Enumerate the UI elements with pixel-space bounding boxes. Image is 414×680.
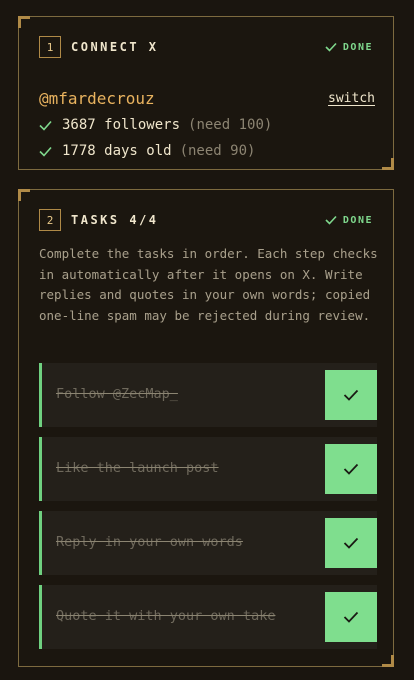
task-complete-button[interactable] bbox=[325, 444, 377, 494]
check-icon bbox=[325, 42, 337, 52]
stat-value: 1778 days old bbox=[62, 143, 172, 159]
check-icon bbox=[343, 537, 359, 549]
check-icon bbox=[343, 611, 359, 623]
corner-decoration bbox=[18, 189, 30, 201]
task-label: Follow @ZecMap_ bbox=[56, 386, 178, 402]
step-number-badge: 1 bbox=[39, 36, 61, 58]
tasks-description: Complete the tasks in order. Each step c… bbox=[39, 246, 378, 323]
step-number-badge: 2 bbox=[39, 209, 61, 231]
status-label: DONE bbox=[342, 214, 373, 226]
tasks-header: 2 TASKS 4/4 DONE bbox=[39, 208, 373, 232]
task-complete-button[interactable] bbox=[325, 370, 377, 420]
task-row-quote: Quote it with your own take bbox=[39, 585, 377, 649]
task-label: Quote it with your own take bbox=[56, 608, 276, 624]
account-handle: @mfardecrouz bbox=[39, 89, 155, 108]
status-label: DONE bbox=[342, 41, 373, 53]
tasks-panel: 2 TASKS 4/4 DONE Complete the tasks in o… bbox=[18, 189, 394, 667]
task-label: Like the launch post bbox=[56, 460, 219, 476]
corner-decoration bbox=[18, 16, 30, 28]
check-icon bbox=[325, 215, 337, 225]
stat-requirement: (need 90) bbox=[179, 143, 256, 159]
stat-requirement: (need 100) bbox=[188, 117, 273, 133]
stat-followers: 3687 followers (need 100) bbox=[39, 117, 272, 133]
connect-x-panel: 1 CONNECT X DONE @mfardecrouz switch 368… bbox=[18, 16, 394, 170]
check-icon bbox=[39, 146, 52, 157]
stat-account-age: 1778 days old (need 90) bbox=[39, 143, 255, 159]
task-row-reply: Reply in your own words bbox=[39, 511, 377, 575]
check-icon bbox=[39, 120, 52, 131]
corner-decoration bbox=[382, 158, 394, 170]
switch-account-link[interactable]: switch bbox=[328, 91, 375, 106]
task-complete-button[interactable] bbox=[325, 592, 377, 642]
check-icon bbox=[343, 389, 359, 401]
task-label: Reply in your own words bbox=[56, 534, 243, 550]
stat-value: 3687 followers bbox=[62, 117, 181, 133]
task-row-like: Like the launch post bbox=[39, 437, 377, 501]
status-badge: DONE bbox=[325, 42, 373, 53]
check-icon bbox=[343, 463, 359, 475]
connect-x-header: 1 CONNECT X DONE bbox=[39, 35, 373, 59]
panel-title: CONNECT X bbox=[71, 40, 159, 54]
panel-title: TASKS 4/4 bbox=[71, 213, 159, 227]
status-badge: DONE bbox=[325, 215, 373, 226]
task-complete-button[interactable] bbox=[325, 518, 377, 568]
task-row-follow: Follow @ZecMap_ bbox=[39, 363, 377, 427]
corner-decoration bbox=[382, 655, 394, 667]
